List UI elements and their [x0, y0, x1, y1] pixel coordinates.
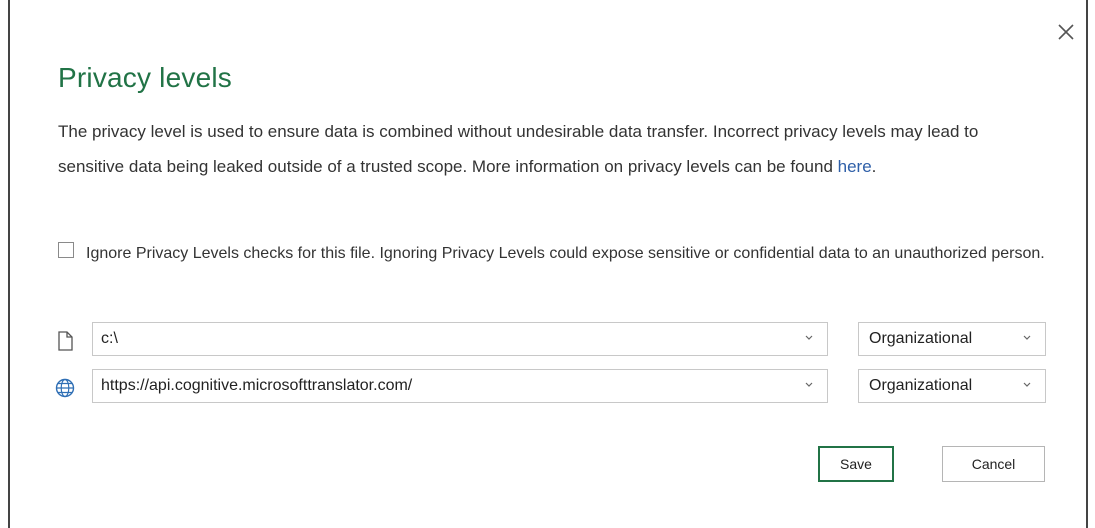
dialog-title: Privacy levels — [58, 62, 232, 93]
description: The privacy level is used to ensure data… — [58, 114, 1018, 184]
ignore-privacy-label: Ignore Privacy Levels checks for this fi… — [86, 245, 1045, 262]
chevron-down-icon — [1023, 335, 1031, 340]
more-info-link[interactable]: here — [838, 157, 872, 176]
source-path-input[interactable]: https://api.cognitive.microsofttranslato… — [92, 369, 828, 403]
privacy-level-value: Organizational — [869, 330, 973, 347]
close-button[interactable] — [1054, 20, 1078, 44]
chevron-down-icon — [1023, 382, 1031, 387]
file-icon — [58, 331, 73, 351]
save-button[interactable]: Save — [818, 446, 894, 482]
privacy-level-select[interactable]: Organizational — [858, 322, 1046, 356]
chevron-down-icon[interactable] — [805, 334, 813, 342]
source-row: https://api.cognitive.microsofttranslato… — [54, 369, 1054, 405]
cancel-button[interactable]: Cancel — [942, 446, 1045, 482]
source-row: c:\ Organizational — [54, 322, 1054, 358]
privacy-levels-dialog: Privacy levels The privacy level is used… — [8, 0, 1088, 528]
privacy-level-value: Organizational — [869, 377, 973, 394]
ignore-privacy-checkbox[interactable] — [58, 242, 74, 258]
globe-icon — [55, 378, 75, 398]
source-path-input[interactable]: c:\ — [92, 322, 828, 356]
close-icon — [1058, 24, 1074, 40]
source-path-value: c:\ — [101, 330, 118, 347]
privacy-level-select[interactable]: Organizational — [858, 369, 1046, 403]
description-end: . — [871, 157, 877, 176]
chevron-down-icon[interactable] — [805, 381, 813, 389]
source-path-value: https://api.cognitive.microsofttranslato… — [101, 377, 413, 394]
